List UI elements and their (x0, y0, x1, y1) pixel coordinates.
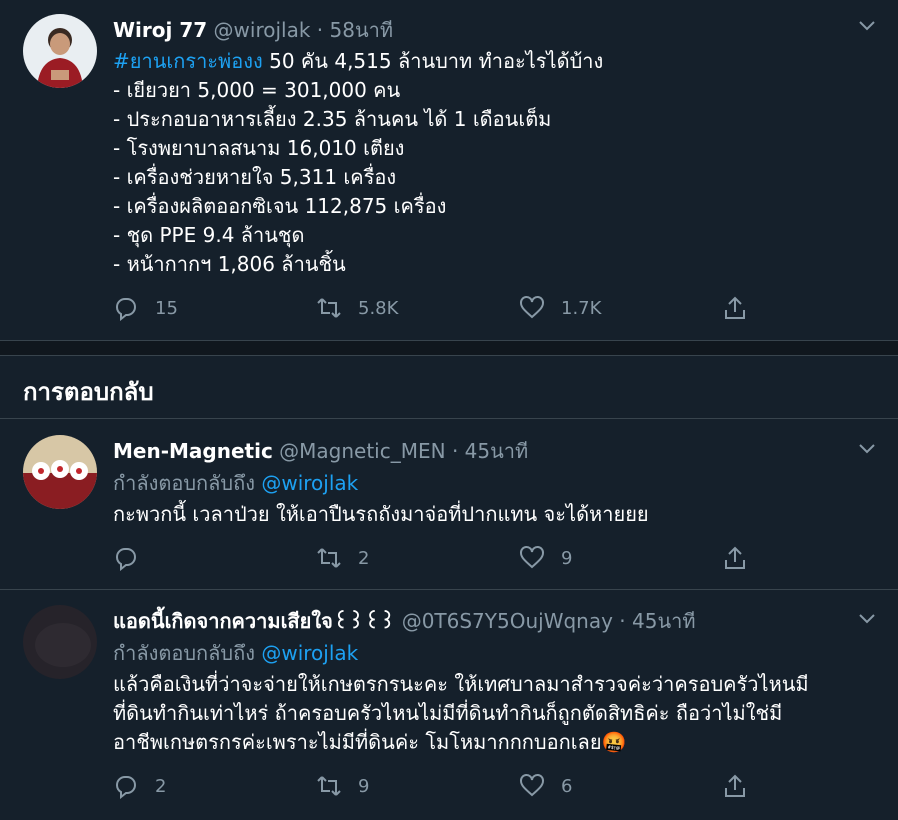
share-icon (725, 296, 745, 319)
retweet-count: 5.8K (358, 297, 399, 319)
tweet-line: - เยียวยา 5,000 = 301,000 คน (113, 78, 401, 102)
heart-icon (520, 774, 544, 797)
reply-icon (115, 298, 136, 321)
reply-button[interactable]: 2 (113, 771, 166, 801)
author-handle[interactable]: @wirojlak (214, 18, 311, 42)
tweet-line: กะพวกนี้ เวลาป่วย ให้เอาปืนรถถังมาจ่อที่… (113, 502, 649, 526)
heart-icon (520, 546, 544, 569)
retweet-button[interactable]: 2 (316, 543, 369, 573)
tweet-time[interactable]: 45นาที (465, 439, 529, 463)
share-button[interactable] (722, 543, 748, 573)
like-button[interactable]: 1.7K (519, 293, 601, 323)
tweet-line: อาชีพเกษตรกรค่ะเพราะไม่มีที่ดินค่ะ โมโหม… (113, 728, 858, 757)
replying-to-label: กำลังตอบกลับถึง (113, 641, 255, 665)
share-button[interactable] (722, 771, 748, 801)
like-count: 9 (561, 547, 573, 569)
angry-emoji-icon: 🤬 (601, 730, 627, 754)
tweet-line: ที่ดินทำกินเท่าไหร่ ถ้าครอบครัวไหนไม่มีท… (113, 701, 783, 725)
tweet-text: #ยานเกราะพ่องง 50 คัน 4,515 ล้านบาท ทำอะ… (113, 47, 858, 279)
reply-tweet[interactable]: Men-Magnetic @Magnetic_MEN · 45นาที กำลั… (0, 419, 898, 590)
share-icon (725, 546, 745, 569)
author-handle[interactable]: @Magnetic_MEN (279, 439, 445, 463)
tweet-header: Men-Magnetic @Magnetic_MEN · 45นาที (113, 437, 858, 465)
reply-tweet[interactable]: แอดนี้เกิดจากความเสียใจ꒰꒱꒰꒱ @0T6S7Y5OujW… (0, 589, 898, 820)
separator: · (619, 609, 626, 633)
tweet-headline: #ยานเกราะพ่องง 50 คัน 4,515 ล้านบาท ทำอะ… (113, 47, 858, 76)
author-name[interactable]: แอดนี้เกิดจากความเสียใจ꒰꒱꒰꒱ (113, 609, 395, 633)
like-count: 1.7K (561, 297, 602, 319)
chevron-down-icon[interactable] (856, 14, 878, 36)
replies-section-title: การตอบกลับ (23, 378, 154, 406)
share-button[interactable] (722, 293, 748, 323)
retweet-button[interactable]: 9 (316, 771, 369, 801)
tweet-line: - ประกอบอาหารเลี้ยง 2.35 ล้านคน ได้ 1 เด… (113, 107, 552, 131)
section-divider (0, 340, 898, 356)
like-button[interactable]: 6 (519, 771, 572, 801)
chevron-down-icon[interactable] (856, 437, 878, 459)
like-count: 6 (561, 775, 573, 797)
tweet-line: - เครื่องผลิตออกซิเจน 112,875 เครื่อง (113, 194, 447, 218)
tweet-text: กะพวกนี้ เวลาป่วย ให้เอาปืนรถถังมาจ่อที่… (113, 500, 858, 529)
avatar[interactable] (23, 14, 97, 88)
retweet-button[interactable]: 5.8K (316, 293, 398, 323)
separator: · (316, 18, 324, 42)
retweet-icon (317, 776, 341, 796)
tweet-header: แอดนี้เกิดจากความเสียใจ꒰꒱꒰꒱ @0T6S7Y5OujW… (113, 607, 858, 635)
chevron-down-icon[interactable] (856, 607, 878, 629)
tweet-time[interactable]: 45นาที (632, 609, 696, 633)
replying-to: กำลังตอบกลับถึง @wirojlak (113, 639, 858, 667)
tweet-actions: 15 5.8K 1.7K (113, 293, 763, 323)
heart-icon (520, 296, 544, 319)
retweet-icon (317, 548, 341, 568)
reply-count: 15 (155, 297, 178, 319)
avatar[interactable] (23, 435, 97, 509)
reply-icon (115, 776, 136, 799)
hashtag-link[interactable]: #ยานเกราะพ่องง (113, 49, 263, 73)
tweet-actions: 2 9 6 (113, 771, 763, 801)
replying-to: กำลังตอบกลับถึง @wirojlak (113, 469, 858, 497)
tweet-line: - หน้ากากฯ 1,806 ล้านชิ้น (113, 252, 346, 276)
separator: · (451, 439, 459, 463)
tweet-text: แล้วคือเงินที่ว่าจะจ่ายให้เกษตรกรนะคะ ให… (113, 670, 858, 757)
tweet-line: - ชุด PPE 9.4 ล้านชุด (113, 223, 305, 247)
tweet-line-text: อาชีพเกษตรกรค่ะเพราะไม่มีที่ดินค่ะ โมโหม… (113, 730, 602, 754)
tweet-line: แล้วคือเงินที่ว่าจะจ่ายให้เกษตรกรนะคะ ให… (113, 672, 809, 696)
reply-button[interactable] (113, 543, 155, 573)
reply-count: 2 (155, 775, 167, 797)
retweet-count: 9 (358, 775, 370, 797)
tweet-header: Wiroj 77 @wirojlak · 58นาที (113, 16, 858, 44)
reply-icon (115, 548, 136, 571)
share-icon (725, 774, 745, 797)
replying-to-label: กำลังตอบกลับถึง (113, 471, 255, 495)
like-button[interactable]: 9 (519, 543, 572, 573)
retweet-icon (317, 298, 341, 318)
reply-button[interactable]: 15 (113, 293, 178, 323)
tweet-line: - โรงพยาบาลสนาม 16,010 เตียง (113, 136, 405, 160)
author-name[interactable]: Men-Magnetic (113, 439, 273, 463)
mention-link[interactable]: @wirojlak (261, 471, 358, 495)
avatar[interactable] (23, 605, 97, 679)
main-tweet[interactable]: Wiroj 77 @wirojlak · 58นาที #ยานเกราะพ่อ… (0, 0, 898, 340)
tweet-actions: 2 9 (113, 543, 763, 573)
headline-text: 50 คัน 4,515 ล้านบาท ทำอะไรได้บ้าง (262, 49, 604, 73)
author-name[interactable]: Wiroj 77 (113, 18, 207, 42)
mention-link[interactable]: @wirojlak (261, 641, 358, 665)
author-handle[interactable]: @0T6S7Y5OujWqnay (402, 609, 613, 633)
tweet-time[interactable]: 58นาที (330, 18, 394, 42)
tweet-line: - เครื่องช่วยหายใจ 5,311 เครื่อง (113, 165, 397, 189)
retweet-count: 2 (358, 547, 370, 569)
